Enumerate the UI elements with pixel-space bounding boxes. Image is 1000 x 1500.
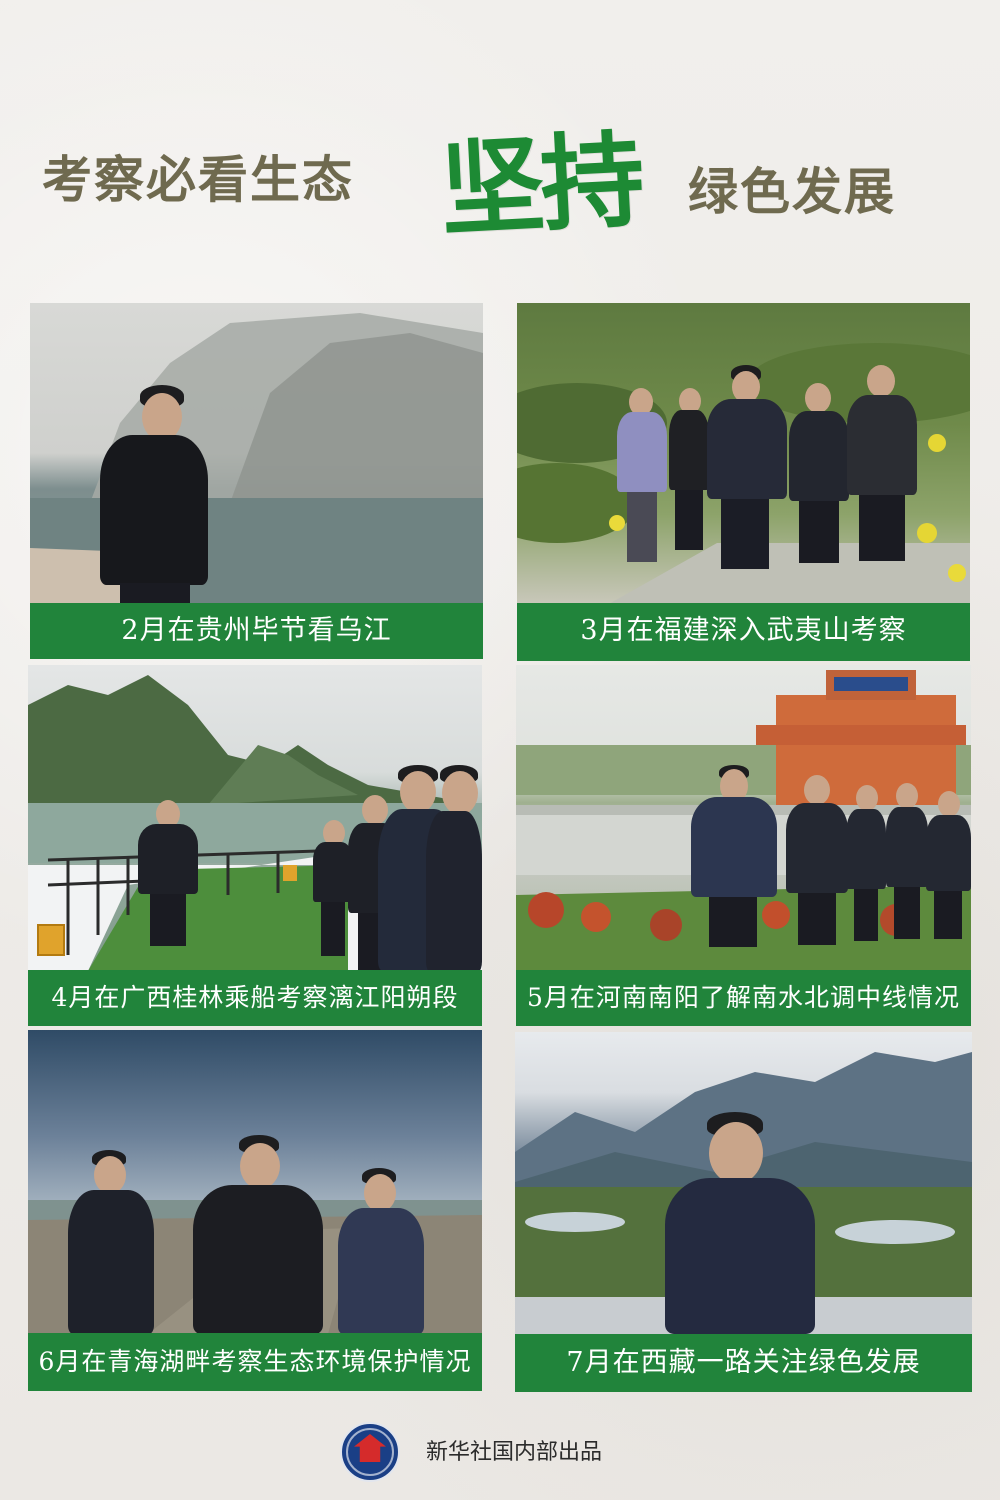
- person-figure: [617, 388, 667, 568]
- photo-card-feb: 2月在贵州毕节看乌江: [30, 303, 483, 659]
- caption-feb: 2月在贵州毕节看乌江: [30, 603, 483, 659]
- person-figure: [138, 800, 198, 950]
- photo-li-river-boat: [28, 665, 482, 971]
- caption-jul: 7月在西藏一路关注绿色发展: [515, 1334, 972, 1392]
- person-figure: [707, 365, 787, 570]
- person-figure: [669, 388, 709, 558]
- caption-mar: 3月在福建深入武夷山考察: [517, 603, 970, 661]
- person-figure: [786, 775, 848, 945]
- person-figure: [338, 1168, 424, 1334]
- person-figure: [193, 1135, 323, 1334]
- photo-tibet-valley: [515, 1032, 972, 1334]
- photo-card-may: 5月在河南南阳了解南水北调中线情况: [516, 665, 971, 1027]
- person-figure: [847, 365, 917, 565]
- person-figure: [691, 765, 777, 947]
- photo-card-apr: 4月在广西桂林乘船考察漓江阳朔段: [28, 665, 482, 1027]
- photo-lake-shore: [28, 1030, 482, 1334]
- photo-card-jun: 6月在青海湖畔考察生态环境保护情况: [28, 1030, 482, 1392]
- person-figure: [886, 783, 928, 943]
- title-right: 绿色发展: [688, 162, 896, 221]
- photo-river-cliffs: [30, 303, 483, 603]
- person-figure: [313, 820, 353, 960]
- xinhua-logo-icon: [340, 1422, 400, 1482]
- photo-tea-garden: [517, 303, 970, 605]
- person-figure: [926, 791, 971, 941]
- person-figure: [789, 383, 849, 563]
- poster: 考察必看生态 坚持 绿色发展 2月在贵州毕节看乌江 3月在福建深入武夷山考察 4…: [0, 0, 1000, 1500]
- person-figure: [100, 383, 210, 603]
- footer-credit: 新华社国内部出品: [340, 1422, 740, 1482]
- photo-card-mar: 3月在福建深入武夷山考察: [517, 303, 970, 663]
- person-figure: [68, 1150, 154, 1334]
- caption-may: 5月在河南南阳了解南水北调中线情况: [516, 970, 971, 1026]
- poster-header: 考察必看生态 坚持 绿色发展: [0, 100, 1000, 270]
- photo-water-project: [516, 665, 971, 971]
- footer-credit-text: 新华社国内部出品: [426, 1440, 603, 1465]
- title-left: 考察必看生态: [42, 150, 354, 209]
- caption-jun: 6月在青海湖畔考察生态环境保护情况: [28, 1333, 482, 1391]
- caption-apr: 4月在广西桂林乘船考察漓江阳朔段: [28, 970, 482, 1026]
- photo-card-jul: 7月在西藏一路关注绿色发展: [515, 1032, 972, 1392]
- title-center: 坚持: [437, 117, 644, 252]
- person-figure: [426, 765, 482, 971]
- person-figure: [846, 785, 886, 945]
- person-figure: [665, 1112, 815, 1334]
